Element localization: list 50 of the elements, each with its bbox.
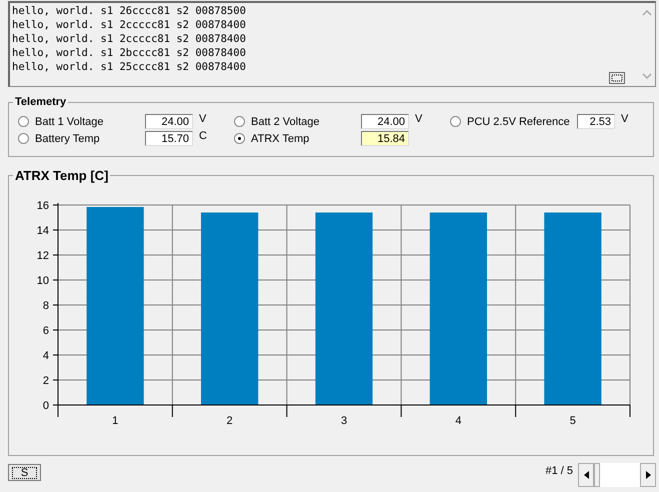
log-textarea[interactable]: hello, world. s1 26cccc81 s2 00878500 hello, world. s1 2ccccc81 s2 00878400 hello, world. s1 2ccccc81 s2 00878400 hello, world. s1 2bcccc81 s2 00878400 hello, world. s1 25cccc81 s2 00878400 [8,1,656,87]
y-tick-label: 10 [36,275,49,287]
page-scrollbar[interactable] [578,463,656,487]
radio-button[interactable] [234,116,245,127]
left-arrow-icon [584,471,588,479]
x-tick-label: 4 [455,415,462,427]
y-tick-label: 12 [36,250,49,262]
right-arrow-button[interactable] [640,463,656,487]
value-field[interactable]: 24.00 [145,114,193,129]
log-line: hello, world. s1 25cccc81 s2 00878400 [12,60,247,74]
telemetry-label: ATRX Temp [251,132,310,144]
value-field[interactable]: 24.00 [361,114,409,129]
log-line: hello, world. s1 2bcccc81 s2 00878400 [12,46,247,60]
radio-button[interactable] [18,116,29,127]
y-tick-label: 0 [42,400,49,412]
y-tick-label: 16 [36,200,49,212]
radio-button[interactable] [18,133,29,144]
chart-title: ATRX Temp [C] [14,168,110,183]
clear-icon[interactable] [609,72,625,84]
unit-label: V [415,113,424,125]
log-line: hello, world. s1 2ccccc81 s2 00878400 [12,18,247,32]
telemetry-label: PCU 2.5V Reference [467,116,571,128]
telemetry-label: Battery Temp [35,132,101,144]
right-arrow-icon [646,471,650,479]
unit-label: C [199,130,208,142]
x-tick-label: 1 [112,415,118,427]
telemetry-label: Batt 2 Voltage [251,116,320,128]
scroll-thumb[interactable] [594,463,600,487]
left-arrow-button[interactable] [578,463,594,487]
y-tick-label: 8 [42,300,49,312]
radio-button[interactable] [450,116,461,127]
s-button[interactable]: S [8,464,41,481]
y-tick-label: 14 [36,225,49,237]
log-line: hello, world. s1 26cccc81 s2 00878500 [12,4,247,18]
x-tick-label: 2 [226,415,233,427]
telemetry-label: Batt 1 Voltage [35,116,104,128]
page-counter: #1 / 5 [545,465,573,477]
y-tick-label: 2 [42,375,49,387]
value-field[interactable]: 2.53 [577,114,615,129]
unit-label: V [199,113,208,125]
value-field[interactable]: 15.70 [145,131,193,146]
x-tick-label: 3 [340,415,348,427]
radio-button[interactable] [234,133,245,144]
log-line: hello, world. s1 2ccccc81 s2 00878400 [12,32,247,46]
y-tick-label: 6 [42,325,49,337]
unit-label: V [621,113,630,125]
value-field[interactable]: 15.84 [361,131,409,146]
x-tick-label: 5 [570,415,576,427]
y-tick-label: 4 [42,350,49,362]
group-title: Telemetry [14,96,68,108]
